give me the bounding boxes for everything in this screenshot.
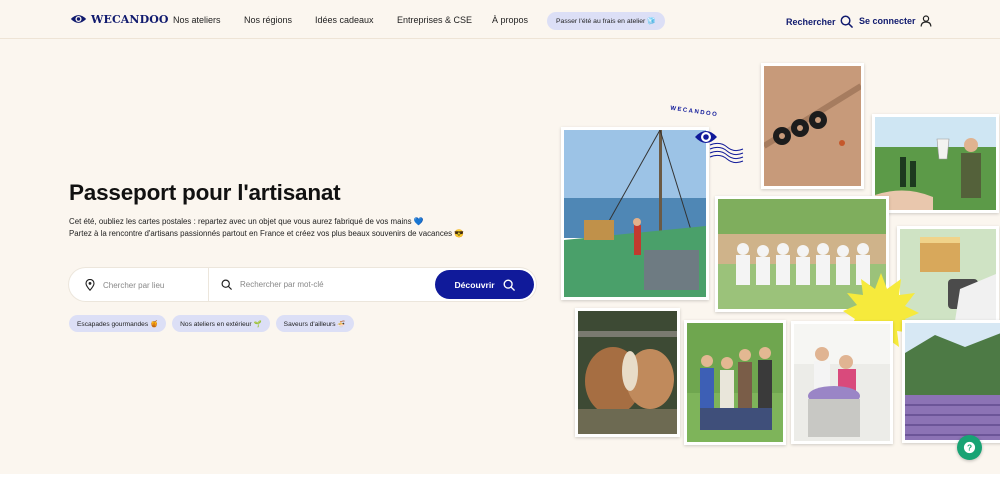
- keyword-search-field[interactable]: Rechercher par mot-clé: [221, 279, 324, 290]
- nav-a-propos[interactable]: À propos: [492, 15, 528, 25]
- nav-idees-cadeaux[interactable]: Idées cadeaux: [315, 15, 374, 25]
- hero-description: Cet été, oubliez les cartes postales : r…: [69, 216, 479, 240]
- header-search-button[interactable]: Rechercher: [786, 15, 853, 28]
- hero-description-line-2: Partez à la rencontre d'artisans passion…: [69, 229, 465, 238]
- nav-regions[interactable]: Nos régions: [244, 15, 292, 25]
- hero-title: Passeport pour l'artisanat: [69, 180, 341, 205]
- search-icon: [503, 279, 515, 291]
- login-button[interactable]: Se connecter: [859, 15, 932, 27]
- photo-petanque: [761, 63, 864, 189]
- location-placeholder: Chercher par lieu: [103, 280, 165, 290]
- search-divider: [208, 268, 209, 301]
- photo-family-group: [684, 320, 786, 445]
- category-chips: Escapades gourmandes 🍯 Nos ateliers en e…: [69, 315, 354, 332]
- chip-ateliers-exterieur[interactable]: Nos ateliers en extérieur 🌱: [172, 315, 270, 332]
- brand-logo[interactable]: WECANDOO: [70, 12, 169, 26]
- user-icon: [920, 15, 931, 27]
- nav-ateliers[interactable]: Nos ateliers: [173, 15, 221, 25]
- section-divider: [0, 474, 1000, 478]
- discover-button-label: Découvrir: [454, 279, 495, 290]
- eye-logo-icon: [70, 15, 87, 23]
- search-icon: [840, 15, 853, 28]
- chip-escapades-gourmandes[interactable]: Escapades gourmandes 🍯: [69, 315, 167, 332]
- photo-cows: [575, 308, 680, 437]
- help-icon: ?: [963, 441, 976, 454]
- brand-name: WECANDOO: [91, 12, 169, 26]
- search-bar: Chercher par lieu Rechercher par mot-clé…: [69, 268, 536, 301]
- photo-pottery-workshop: [791, 321, 893, 444]
- header-search-label: Rechercher: [786, 16, 836, 27]
- hero-description-line-1: Cet été, oubliez les cartes postales : r…: [69, 217, 424, 226]
- discover-button[interactable]: Découvrir: [435, 270, 534, 299]
- location-search-field[interactable]: Chercher par lieu: [85, 279, 164, 291]
- search-icon: [221, 279, 232, 290]
- help-button[interactable]: ?: [957, 435, 982, 460]
- svg-text:?: ?: [967, 442, 972, 452]
- nav-entreprises[interactable]: Entreprises & CSE: [397, 15, 472, 25]
- photo-lavender-field: [902, 320, 1000, 443]
- site-header: WECANDOO Nos ateliers Nos régions Idées …: [0, 0, 1000, 39]
- promo-pill[interactable]: Passer l'été au frais en atelier 🧊: [547, 12, 665, 30]
- location-pin-icon: [85, 279, 95, 291]
- keyword-placeholder: Rechercher par mot-clé: [240, 280, 324, 289]
- photo-wine-tasting: [872, 114, 999, 213]
- login-label: Se connecter: [859, 16, 916, 26]
- wecandoo-stamp: WECANDOO: [665, 105, 745, 170]
- chip-saveurs-ailleurs[interactable]: Saveurs d'ailleurs 🍜: [275, 315, 354, 332]
